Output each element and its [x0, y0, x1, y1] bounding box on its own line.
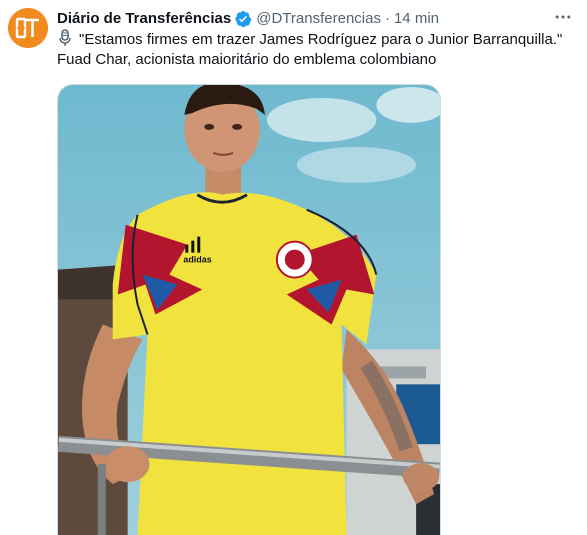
avatar-logo	[8, 8, 48, 48]
separator-dot: ·	[384, 10, 390, 27]
timestamp[interactable]: 14 min	[394, 9, 439, 29]
tweet-text-line-2: Fuad Char, acionista maioritário do embl…	[57, 51, 437, 68]
author-name[interactable]: Diário de Transferências	[57, 9, 231, 29]
author-handle[interactable]: @DTransferencias	[256, 9, 381, 29]
player-photo: adidas	[58, 85, 440, 535]
verified-badge-icon[interactable]	[234, 10, 252, 28]
tweet-photo[interactable]: adidas	[57, 84, 441, 535]
jersey-brand-text: adidas	[183, 255, 211, 265]
tweet-text-line-1: "Estamos firmes em trazer James Rodrígue…	[57, 29, 577, 50]
tweet-header: Diário de Transferências @DTransferencia…	[57, 9, 547, 29]
avatar[interactable]	[8, 8, 48, 48]
more-options-icon[interactable]	[551, 6, 575, 28]
microphone-icon	[57, 29, 73, 47]
tweet-text: "Estamos firmes em trazer James Rodrígue…	[57, 29, 577, 70]
tweet-quote: "Estamos firmes em trazer James Rodrígue…	[79, 31, 563, 48]
